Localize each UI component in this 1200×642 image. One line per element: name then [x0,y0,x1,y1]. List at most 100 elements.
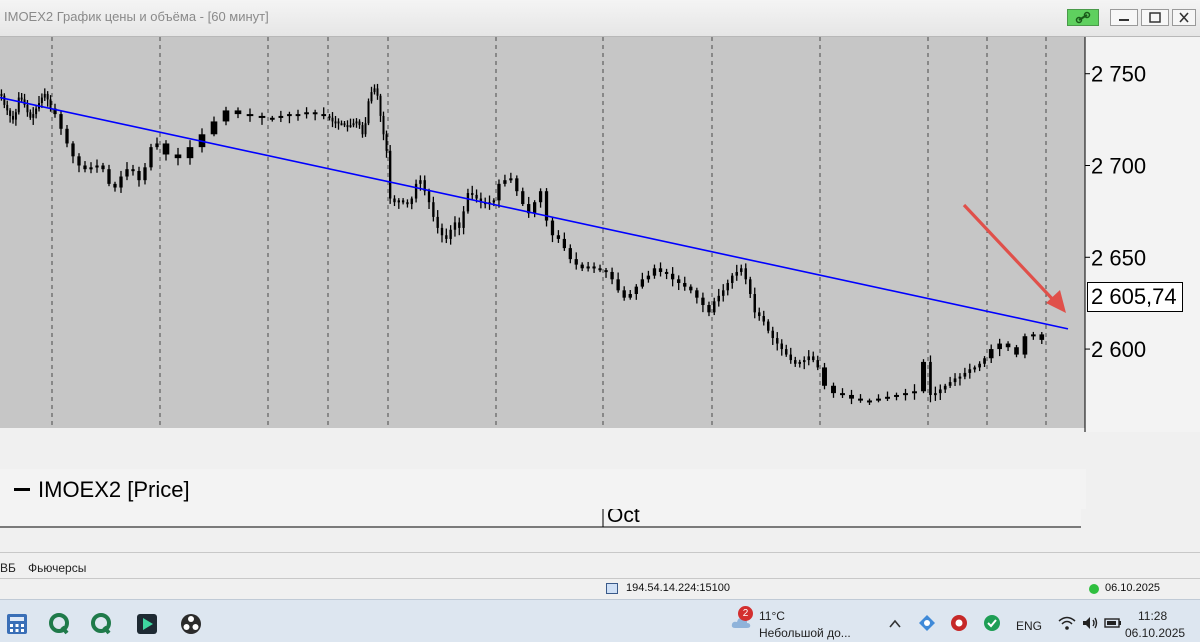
candle-body [0,93,3,96]
candle-body [677,279,681,283]
candle-body [210,121,218,135]
candle-body [162,143,170,155]
candle-body [515,178,519,192]
candle-body [973,367,977,370]
minimize-button[interactable] [1110,9,1138,26]
candle-body [401,200,405,203]
candle-body [149,147,153,168]
candle-body [346,125,349,128]
obs-icon[interactable] [180,613,202,635]
messenger-icon[interactable] [983,614,1001,632]
candle-body [131,169,135,172]
candle-body [59,114,63,129]
wifi-icon[interactable] [1058,615,1076,631]
network-share-icon[interactable] [918,614,936,632]
server-icon [606,583,618,594]
candle-body [278,115,284,118]
candle-body [664,271,669,274]
tab-futures[interactable]: Фьючерсы [28,561,86,575]
price-tick-label: 2 600 [1091,337,1146,362]
volume-icon[interactable] [1081,615,1099,631]
chevron-up-icon[interactable] [887,616,903,632]
candle-body [65,128,69,144]
candle-body [49,99,52,109]
candle-body [503,180,507,184]
candle-body [449,229,452,239]
battery-icon[interactable] [1104,615,1122,631]
server-address: 194.54.14.224:15100 [626,582,730,594]
tab-previous[interactable]: ВБ [0,561,16,575]
candle-body [912,391,917,394]
candle-body [538,191,543,203]
candle-body [776,338,779,344]
candle-body [6,104,9,111]
candle-body [831,385,836,394]
candle-body [9,110,12,116]
candle-body [717,295,720,302]
restore-button[interactable] [1141,9,1169,26]
candle-body [943,385,947,390]
candle-body [556,235,561,239]
candle-body [95,165,99,168]
link-button[interactable] [1067,9,1099,26]
candle-body [670,273,675,280]
candle-body [337,121,340,124]
candle-body [367,101,370,124]
candle-body [143,167,147,181]
candle-body [616,279,620,291]
candle-body [385,134,388,151]
weather-description[interactable]: Небольшой до... [759,626,851,640]
candle-body [12,115,14,120]
candle-body [622,290,626,298]
candle-body [287,114,292,117]
window-title: IMOEX2 График цены и объёма - [60 минут] [4,9,269,24]
candle-body [364,123,367,135]
candle-body [113,183,117,188]
candle-body [17,97,20,113]
candle-body [822,367,827,386]
candle-body [445,235,448,239]
weather-temperature[interactable]: 11°C [759,609,785,623]
candle-body [695,290,699,298]
antivirus-icon[interactable] [950,614,968,632]
candle-body [355,121,358,124]
candle-body [340,123,343,126]
candle-body [35,108,38,115]
quik-icon[interactable] [48,613,70,635]
candle-body [1031,334,1036,337]
candle-body [393,198,396,203]
candle-body [246,114,254,117]
candle-body [440,227,444,236]
chart-legend: IMOEX2 [Price] [0,469,1086,509]
link-icon [1075,11,1091,24]
last-price-label: 2 605,74 [1087,282,1183,312]
clock-date[interactable]: 06.10.2025 [1125,626,1185,640]
calculator-icon[interactable] [6,613,28,635]
media-icon[interactable] [136,613,158,635]
candle-body [419,180,422,184]
candle-body [849,394,854,399]
price-chart[interactable]: 2 7502 7002 6502 600252627282930123456Oc… [0,37,1200,545]
candle-body [258,115,266,118]
clock-time[interactable]: 11:28 [1138,609,1167,623]
candle-body [376,88,379,96]
candle-body [32,114,35,118]
restore-icon [1149,12,1161,23]
candle-body [683,282,687,287]
candle-body [580,264,584,269]
candle-body [453,222,457,230]
close-icon [1179,12,1189,23]
candle-body [840,393,845,396]
candle-body [816,360,819,368]
candle-body [492,200,496,203]
close-button[interactable] [1172,9,1196,26]
candle-body [885,396,890,399]
candle-body [744,268,747,280]
candle-body [321,114,327,117]
candle-body [462,211,465,228]
candle-body [921,361,926,392]
keyboard-language[interactable]: ENG [1016,619,1042,633]
candle-body [1039,334,1045,340]
quik-icon-2[interactable] [90,613,112,635]
candle-body [234,110,242,115]
